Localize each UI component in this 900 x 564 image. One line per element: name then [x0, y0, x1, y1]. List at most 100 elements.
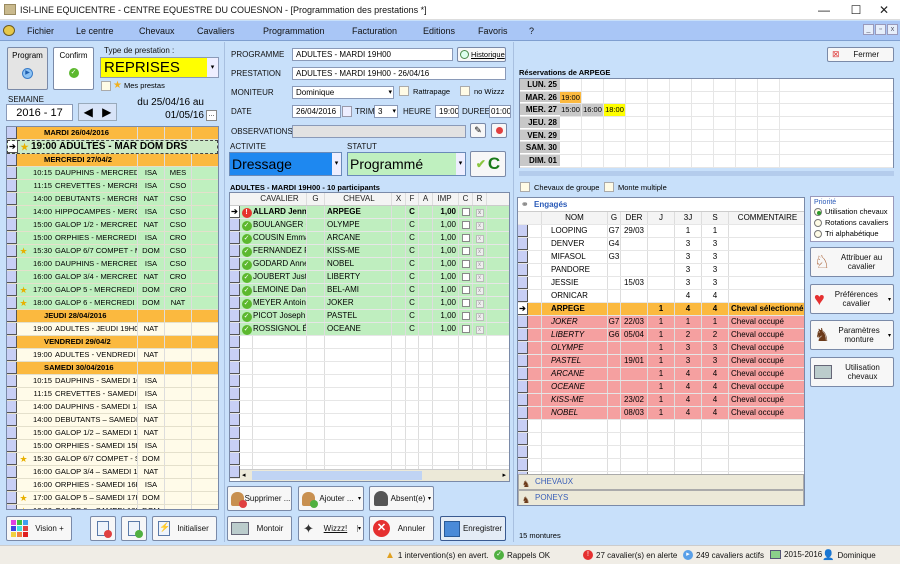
row-selector[interactable]	[7, 336, 17, 348]
trim-select[interactable]: 3 ▾	[374, 105, 398, 118]
reservation-slot[interactable]: 18:00	[604, 104, 626, 117]
row-selector[interactable]	[7, 180, 17, 192]
prev-week-icon[interactable]: ◀	[84, 105, 93, 119]
prestation-row[interactable]: ★18:00GALOP 6 – SAMEDI 18HDOM	[7, 505, 218, 509]
observations-input[interactable]	[292, 125, 466, 138]
horse-row[interactable]: OLYMPE 1 3 3 Cheval occupé	[518, 342, 804, 355]
monte-multiple-check[interactable]	[604, 182, 614, 192]
ajouter-button[interactable]: Ajouter ... ▾	[298, 486, 364, 511]
row-selector[interactable]	[7, 427, 17, 439]
col-nom[interactable]: NOM	[542, 212, 608, 224]
cheval-name[interactable]: NOBEL	[325, 258, 392, 270]
horse-row[interactable]: MIFASOL G3 3 3	[518, 251, 804, 264]
edit-observations-button[interactable]: ✎	[470, 123, 486, 138]
row-selector[interactable]	[7, 245, 17, 257]
next-week-icon[interactable]: ▶	[102, 105, 111, 119]
row-selector[interactable]	[230, 323, 240, 335]
close-button[interactable]: ✕	[870, 2, 898, 18]
c-checkbox[interactable]	[461, 260, 470, 268]
col-cavalier[interactable]: CAVALIER	[253, 193, 307, 205]
current-prestation-row[interactable]: ➔ ★ 19:00 ADULTES - MAR DOM DRS	[7, 140, 218, 154]
horse-row[interactable]: ➔ ARPEGE 1 4 4 Cheval sélectionné	[518, 303, 804, 316]
delete-observations-button[interactable]	[491, 123, 507, 138]
c-checkbox[interactable]	[461, 208, 470, 216]
row-selector[interactable]: ➔	[518, 303, 528, 315]
row-selector[interactable]	[518, 394, 528, 406]
confirm-statut-button[interactable]: ✔ C	[470, 151, 506, 177]
wizzz-button[interactable]: ✦ Wizzz! ▾	[298, 516, 364, 541]
row-selector[interactable]	[7, 323, 17, 335]
col-g[interactable]: G	[608, 212, 621, 224]
range-picker-button[interactable]: ...	[206, 110, 217, 121]
participant-row[interactable]: ✓COUSIN Emmanuel ARCANE C 1,00 x	[230, 232, 509, 245]
utilisation-button[interactable]: Utilisation chevaux	[810, 357, 894, 387]
horizontal-scrollbar[interactable]: ◂ ▸	[240, 469, 509, 481]
horse-row[interactable]: LOOPING G7 29/03 1 1	[518, 225, 804, 238]
col-der[interactable]: DER	[621, 212, 648, 224]
r-checkbox[interactable]: x	[475, 313, 484, 321]
row-selector[interactable]	[7, 154, 17, 166]
participant-row[interactable]: ✓JOUBERT Justine LIBERTY C 1,00 x	[230, 271, 509, 284]
reservation-slot[interactable]: 19:00	[560, 91, 582, 104]
menu-le-centre[interactable]: Le centre	[76, 26, 114, 36]
participant-row[interactable]: ✓ GODARD Anne NOBEL C 1,00 x	[230, 258, 509, 271]
vision-button[interactable]: Vision +	[6, 516, 72, 541]
app-menu-icon[interactable]	[3, 25, 15, 36]
menu-favoris[interactable]: Favoris	[478, 26, 508, 36]
horse-row[interactable]: NOBEL 08/03 1 4 4 Cheval occupé	[518, 407, 804, 420]
row-selector[interactable]	[518, 407, 528, 419]
type-prestation-select[interactable]: REPRISES ▾	[100, 57, 219, 78]
scroll-left-icon[interactable]: ◂	[242, 471, 246, 479]
participant-row[interactable]: ✓FERNANDEZ Franck KISS-ME C 1,00 x	[230, 245, 509, 258]
menu-editions[interactable]: Editions	[423, 26, 455, 36]
status-actifs[interactable]: ▸ 249 cavaliers actifs	[683, 550, 764, 560]
row-selector[interactable]	[7, 440, 17, 452]
row-selector[interactable]	[7, 271, 17, 283]
priorite-radio[interactable]: Tri alphabétique	[814, 228, 890, 239]
mdi-minimize-button[interactable]: _	[863, 24, 874, 35]
statut-select[interactable]: Programmé ▾	[347, 152, 466, 176]
r-checkbox[interactable]: x	[475, 248, 484, 256]
col-3j[interactable]: 3J	[675, 212, 702, 224]
row-selector[interactable]	[230, 232, 240, 244]
prestation-row[interactable]: 16:00 DAUPHINS - MERCREDI ISA CSO	[7, 258, 218, 271]
c-checkbox[interactable]	[461, 221, 470, 229]
row-selector[interactable]	[7, 206, 17, 218]
preferences-button[interactable]: ♥ Préférences cavalier ▾	[810, 284, 894, 314]
horse-row[interactable]: OCEANE 1 4 4 Cheval occupé	[518, 381, 804, 394]
r-checkbox[interactable]: x	[475, 235, 484, 243]
row-selector[interactable]	[7, 127, 17, 139]
prestation-row[interactable]: 11:15CREVETTES - MERCREDIISACSO	[7, 180, 218, 193]
reservation-slot[interactable]: 15:00	[560, 104, 582, 117]
row-selector[interactable]	[230, 219, 240, 231]
row-selector[interactable]	[230, 310, 240, 322]
row-selector[interactable]	[230, 284, 240, 296]
row-selector[interactable]	[7, 414, 17, 426]
row-selector[interactable]	[7, 219, 17, 231]
splitter[interactable]	[519, 171, 894, 176]
row-selector[interactable]	[7, 505, 17, 509]
row-selector[interactable]	[7, 349, 17, 361]
prestation-row[interactable]: 14:00 HIPPOCAMPES - MERC ISA CSO	[7, 206, 218, 219]
row-selector[interactable]: ➔	[230, 206, 240, 218]
prestation-row[interactable]: 15:00 GALOP 1/2 - MERCREDI NAT CSO	[7, 219, 218, 232]
menu-cavaliers[interactable]: Cavaliers	[197, 26, 235, 36]
day-header[interactable]: JEUDI 28/04/2016	[7, 310, 218, 323]
row-selector[interactable]	[7, 284, 17, 296]
cheval-name[interactable]: JOKER	[325, 297, 392, 309]
day-header[interactable]: VENDREDI 29/04/2	[7, 336, 218, 349]
cheval-name[interactable]: ARCANE	[325, 232, 392, 244]
row-selector[interactable]	[7, 375, 17, 387]
montoir-button[interactable]: Montoir	[227, 516, 292, 541]
chevron-down-icon[interactable]: ▾	[456, 153, 465, 175]
radio-button[interactable]	[814, 218, 822, 227]
poneys-category[interactable]: ♞ PONEYS	[518, 490, 804, 505]
r-checkbox[interactable]: x	[475, 326, 484, 334]
col-commentaire[interactable]: COMMENTAIRE	[729, 212, 804, 224]
enregistrer-button[interactable]: Enregistrer	[440, 516, 506, 541]
prestation-row[interactable]: ★ 15:30 GALOP 6/7 COMPET - M DOM CSO	[7, 245, 218, 258]
participant-row[interactable]: ✓BOULANGER Gilbert OLYMPE C 1,00 x	[230, 219, 509, 232]
reservation-slot[interactable]: 16:00	[582, 104, 604, 117]
row-selector[interactable]	[518, 225, 528, 237]
prestation-row[interactable]: 14:00DEBUTANTS - MERCREDINATCSO	[7, 193, 218, 206]
